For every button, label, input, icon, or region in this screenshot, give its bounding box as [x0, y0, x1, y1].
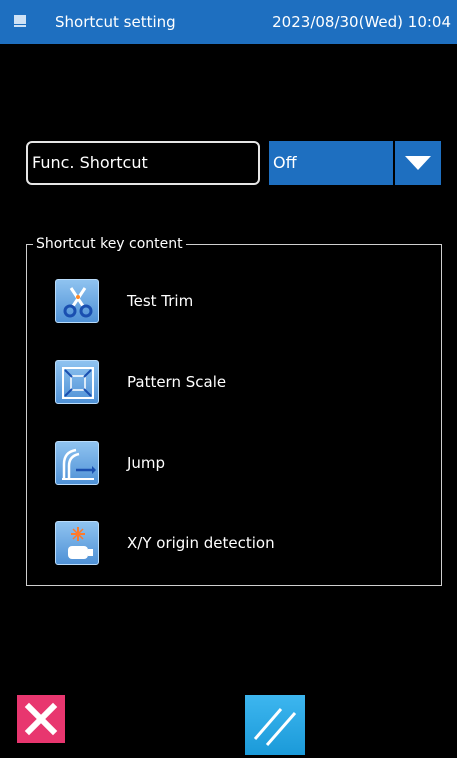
- group-legend: Shortcut key content: [33, 235, 186, 253]
- list-item-label: Pattern Scale: [127, 373, 227, 391]
- select-divider: [393, 141, 395, 185]
- datetime-display: 2023/08/30(Wed) 10:04: [272, 13, 451, 31]
- dropdown-arrow-icon[interactable]: [405, 155, 431, 171]
- origin-detection-icon: [55, 521, 99, 565]
- jump-icon: [55, 441, 99, 485]
- func-shortcut-label: Func. Shortcut: [26, 141, 260, 185]
- shortcut-content-group: Shortcut key content Test Trim Pattern S…: [26, 235, 442, 586]
- list-item-label: Jump: [127, 454, 166, 472]
- cancel-button[interactable]: [17, 695, 65, 743]
- page-title: Shortcut setting: [55, 13, 176, 31]
- select-value: Off: [273, 153, 297, 172]
- close-icon: [24, 702, 58, 736]
- pattern-scale-icon: [55, 360, 99, 404]
- title-bar: Shortcut setting 2023/08/30(Wed) 10:04: [0, 0, 457, 44]
- device-icon: [14, 15, 26, 27]
- func-shortcut-select[interactable]: Off: [269, 141, 441, 185]
- list-item-label: Test Trim: [127, 292, 194, 310]
- confirm-button[interactable]: [245, 695, 305, 755]
- list-item-label: X/Y origin detection: [127, 534, 275, 552]
- scissors-icon: [55, 279, 99, 323]
- confirm-slash-icon: [253, 708, 297, 746]
